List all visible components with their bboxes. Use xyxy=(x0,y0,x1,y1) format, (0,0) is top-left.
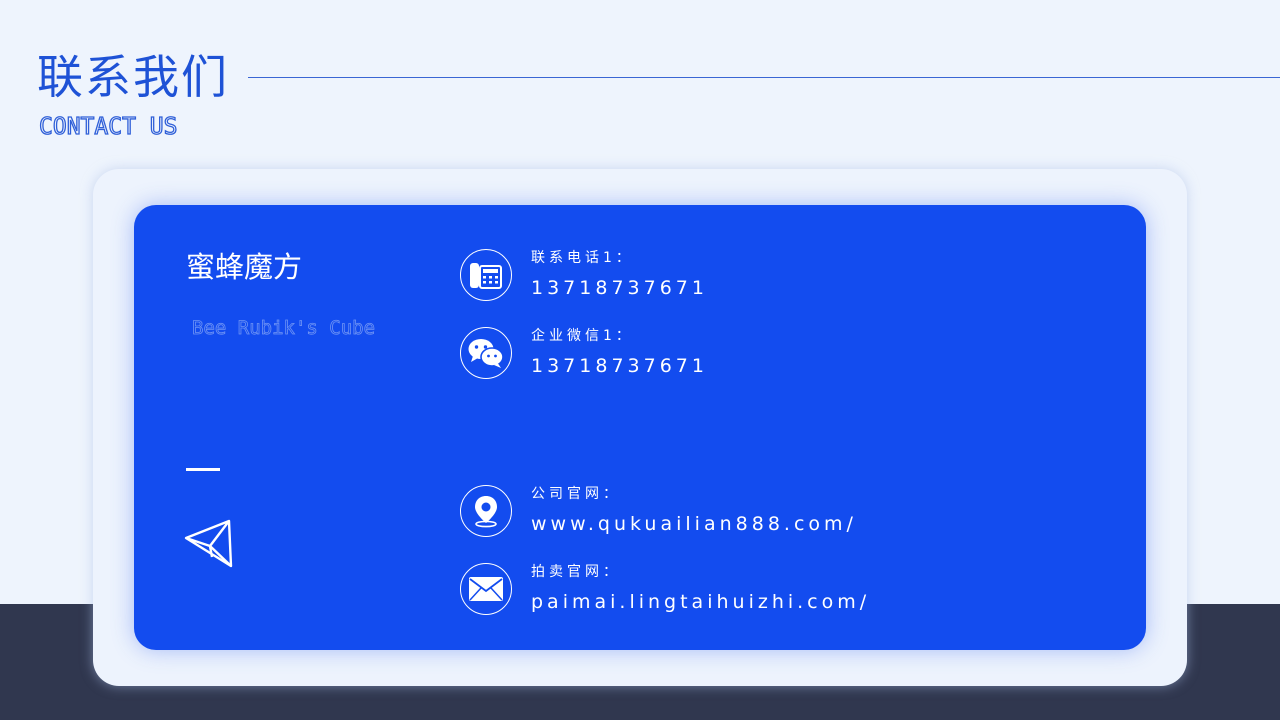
phone-label: 联系电话1： xyxy=(531,250,634,266)
auction-link[interactable]: paimai.lingtaihuizhi.com/ xyxy=(531,590,870,614)
phone-number: 13718737671 xyxy=(531,277,708,299)
telephone-icon xyxy=(460,249,512,301)
page-subtitle: CONTACT US xyxy=(38,113,178,140)
wechat-label: 企业微信1： xyxy=(531,328,634,344)
envelope-icon xyxy=(460,563,512,615)
decorative-dash xyxy=(186,468,220,471)
brand-name-english: Bee Rubik's Cube xyxy=(192,317,376,340)
title-divider xyxy=(248,77,1280,78)
website-label: 公司官网： xyxy=(531,486,621,502)
website-link[interactable]: www.qukuailian888.com/ xyxy=(531,512,857,536)
location-pin-icon xyxy=(460,485,512,537)
wechat-id: 13718737671 xyxy=(531,355,708,377)
paper-plane-icon xyxy=(184,519,233,568)
page-title: 联系我们 xyxy=(37,50,229,104)
auction-label: 拍卖官网： xyxy=(531,564,621,580)
brand-name: 蜜蜂魔方 xyxy=(186,250,303,284)
wechat-icon xyxy=(460,327,512,379)
contact-card: 蜜蜂魔方 Bee Rubik's Cube 联系电话1： 13718737671 xyxy=(134,205,1146,650)
